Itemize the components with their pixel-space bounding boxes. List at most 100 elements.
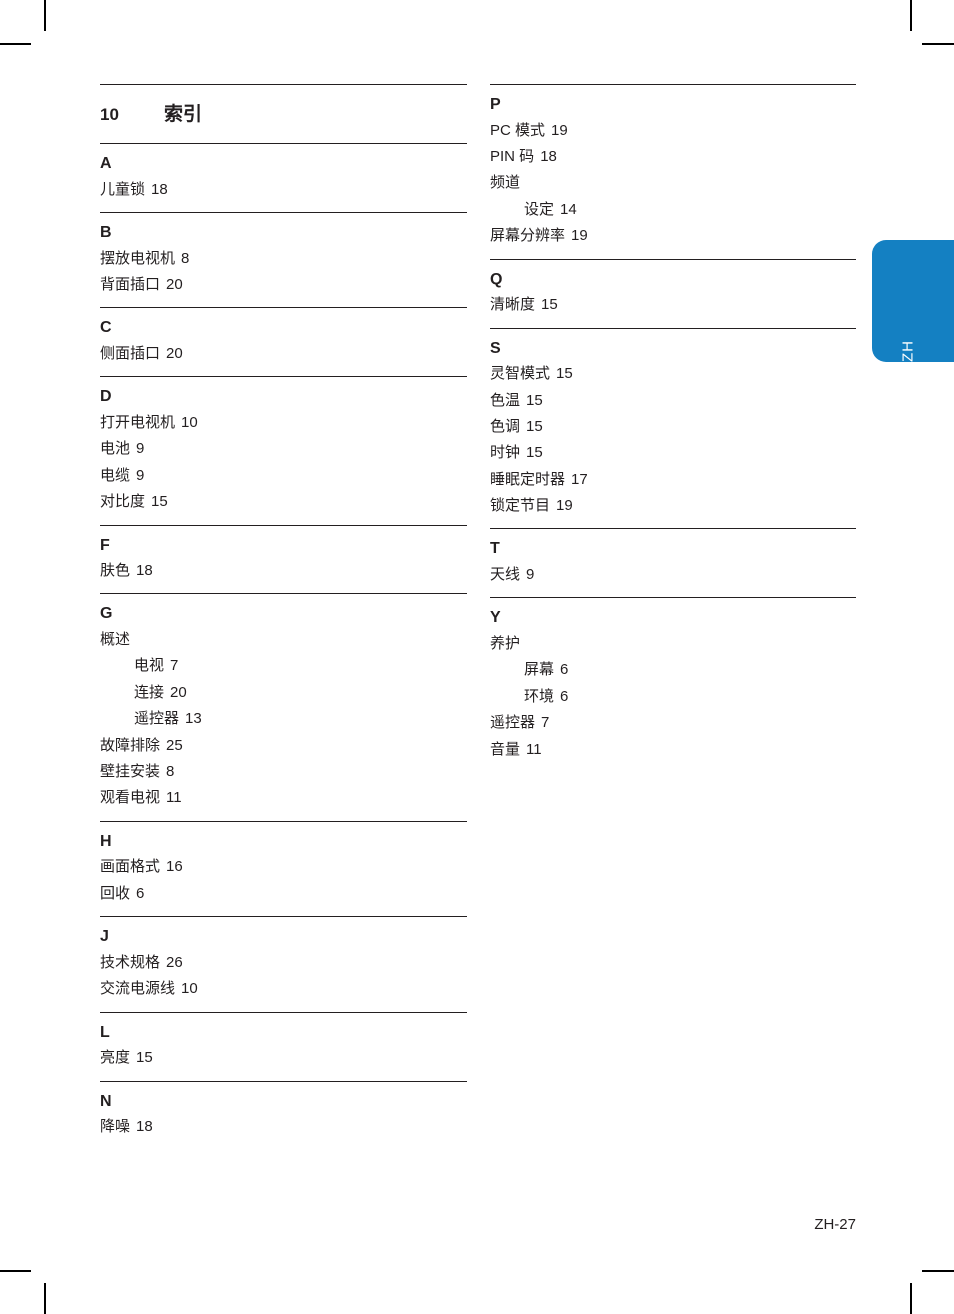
index-entry-list: 摆放电视机 8 背面插口 20 (100, 246, 467, 308)
index-entry[interactable]: 遥控器 7 (490, 710, 856, 736)
index-entry-term: 画面格式 (100, 858, 161, 876)
index-entry[interactable]: 养护 (490, 631, 856, 657)
index-entry-list: 灵智模式 15 色温 15 色调 15 时钟 15 睡眠定时器 17 锁定节目 19 (490, 361, 856, 528)
index-subentry[interactable]: 连接 20 (100, 680, 467, 706)
index-entry-term: 肤色 (100, 562, 131, 580)
index-entry-page-number: 9 (136, 466, 145, 484)
index-entry[interactable]: 侧面插口 20 (100, 341, 467, 367)
index-entry[interactable]: 锁定节目 19 (490, 493, 856, 519)
index-subentry[interactable]: 设定 14 (490, 197, 856, 223)
index-entry[interactable]: 打开电视机 10 (100, 410, 467, 436)
index-entry-page-number: 14 (560, 200, 577, 218)
section-letter: H (100, 832, 112, 850)
chapter-title: 索引 (164, 104, 203, 125)
index-entry[interactable]: 回收 6 (100, 881, 467, 907)
crop-mark-bottom-left-vertical (44, 1283, 46, 1314)
chapter-number: 10 (100, 105, 119, 124)
index-entry-term: 养护 (490, 635, 521, 653)
index-subentry[interactable]: 环境 6 (490, 684, 856, 710)
index-entry-page-number: 15 (136, 1049, 153, 1067)
index-entry[interactable]: 频道 (490, 170, 856, 196)
index-entry[interactable]: 儿童锁 18 (100, 177, 467, 203)
index-entry-term: PC 模式 (490, 121, 546, 139)
index-entry[interactable]: 壁挂安装 8 (100, 759, 467, 785)
index-entry-page-number: 18 (151, 180, 168, 198)
index-entry-term: 电缆 (100, 466, 131, 484)
index-entry[interactable]: 概述 (100, 627, 467, 653)
index-entry-page-number: 20 (166, 344, 183, 362)
index-section: D 打开电视机 10 电池 9 电缆 9 对比度 15 (100, 376, 467, 524)
crop-mark-top-left-vertical (44, 0, 46, 31)
index-entry-list: 儿童锁 18 (100, 177, 467, 212)
index-entry-page-number: 15 (526, 417, 543, 435)
index-entry[interactable]: 观看电视 11 (100, 785, 467, 811)
index-entry-list: 肤色 18 (100, 558, 467, 593)
index-entry[interactable]: 电缆 9 (100, 463, 467, 489)
section-letter: T (490, 540, 500, 558)
index-entry[interactable]: 清晰度 15 (490, 292, 856, 318)
index-section: Q 清晰度 15 (490, 258, 856, 328)
index-section: F 肤色 18 (100, 524, 467, 594)
index-entry-page-number: 10 (181, 413, 198, 431)
index-entry-term: 屏幕分辨率 (490, 227, 566, 245)
index-entry[interactable]: 灵智模式 15 (490, 361, 856, 387)
index-entry-term: 天线 (490, 566, 521, 584)
index-entry-term: 睡眠定时器 (490, 470, 566, 488)
index-entry-term: 背面插口 (100, 275, 161, 293)
index-entry[interactable]: 天线 9 (490, 562, 856, 588)
index-entry-page-number: 18 (136, 562, 153, 580)
index-entry[interactable]: 电池 9 (100, 436, 467, 462)
index-entry-list: PC 模式 19 PIN 码 18 频道 设定 14 屏幕分辨率 19 (490, 118, 856, 259)
index-entry-list: 概述 电视 7 连接 20 遥控器 13 故障排除 25 壁挂安装 8 观看电视 11 (100, 627, 467, 821)
index-entry-term: 锁定节目 (490, 497, 551, 515)
index-entry[interactable]: 时钟 15 (490, 440, 856, 466)
index-entry-term: 观看电视 (100, 789, 161, 807)
index-entry[interactable]: 对比度 15 (100, 489, 467, 515)
index-subentry[interactable]: 电视 7 (100, 653, 467, 679)
index-entry[interactable]: 色温 15 (490, 388, 856, 414)
index-column-left: 10 索引 A 儿童锁 18 B 摆放电视机 8 背面插口 20 C 侧面插口 20 D 打开电视机 10… (100, 84, 467, 1150)
index-entry[interactable]: PIN 码 18 (490, 144, 856, 170)
index-entry-list: 清晰度 15 (490, 292, 856, 327)
index-entry-list: 养护屏幕 6 环境 6 遥控器 7 音量 11 (490, 631, 856, 772)
index-entry-page-number: 9 (526, 566, 535, 584)
index-section: H 画面格式 16 回收 6 (100, 820, 467, 916)
index-entry-term: 音量 (490, 740, 521, 758)
crop-mark-bottom-right-horizontal (922, 1270, 954, 1272)
index-section: T 天线 9 (490, 528, 856, 597)
section-letter: Q (490, 270, 503, 288)
index-entry[interactable]: 屏幕分辨率 19 (490, 223, 856, 249)
index-entry[interactable]: 亮度 15 (100, 1045, 467, 1071)
index-entry-term: 交流电源线 (100, 980, 176, 998)
index-entry-page-number: 11 (166, 789, 182, 807)
index-entry[interactable]: 音量 11 (490, 737, 856, 763)
section-letter: A (100, 155, 112, 172)
index-entry[interactable]: 背面插口 20 (100, 272, 467, 298)
index-entry-term: 连接 (134, 683, 165, 701)
index-page: ZH 10 索引 A 儿童锁 18 B 摆放电视机 8 背面插口 20 C 侧面插口 20 D 打开电视… (0, 0, 954, 1314)
index-entry[interactable]: 色调 15 (490, 414, 856, 440)
index-entry-page-number: 6 (136, 884, 145, 902)
index-entry[interactable]: 降噪 18 (100, 1114, 467, 1140)
index-entry-term: PIN 码 (490, 147, 535, 165)
index-section: J 技术规格 26 交流电源线 10 (100, 916, 467, 1011)
index-entry[interactable]: 睡眠定时器 17 (490, 467, 856, 493)
index-entry[interactable]: 技术规格 26 (100, 950, 467, 976)
index-entry-term: 儿童锁 (100, 180, 146, 198)
index-subentry[interactable]: 遥控器 13 (100, 706, 467, 732)
index-entry-term: 灵智模式 (490, 365, 551, 383)
index-entry[interactable]: 肤色 18 (100, 558, 467, 584)
index-subentry[interactable]: 屏幕 6 (490, 657, 856, 683)
index-entry[interactable]: 摆放电视机 8 (100, 246, 467, 272)
index-entry[interactable]: 交流电源线 10 (100, 976, 467, 1002)
index-entry-term: 打开电视机 (100, 413, 176, 431)
index-section: G 概述 电视 7 连接 20 遥控器 13 故障排除 25 壁挂安装 8 观看电视 11 (100, 593, 467, 820)
index-entry-page-number: 19 (571, 227, 588, 245)
index-entry-term: 清晰度 (490, 296, 536, 314)
index-entry[interactable]: 画面格式 16 (100, 854, 467, 880)
index-entry-term: 亮度 (100, 1049, 131, 1067)
index-entry[interactable]: PC 模式 19 (490, 118, 856, 144)
index-entry[interactable]: 故障排除 25 (100, 733, 467, 759)
index-entry-page-number: 20 (166, 275, 183, 293)
index-entry-page-number: 19 (551, 121, 568, 139)
